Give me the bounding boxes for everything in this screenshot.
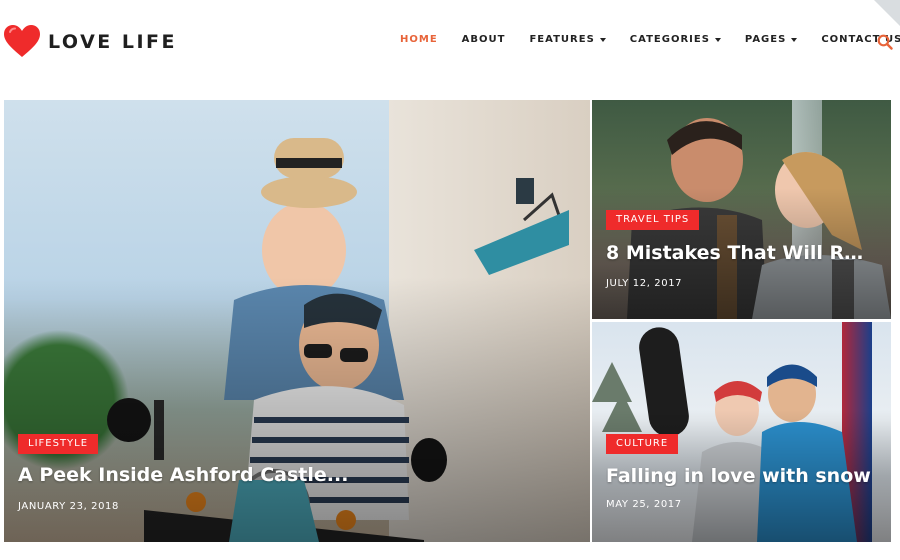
nav-item-home[interactable]: HOME [400,34,438,45]
site-header: LOVE LIFE HOME ABOUT FEATURES CATEGORIES… [0,0,900,84]
category-badge[interactable]: CULTURE [606,434,679,454]
heart-icon [4,25,40,57]
nav-item-label: CATEGORIES [629,34,710,45]
nav-item-label: HOME [400,34,438,45]
post-title[interactable]: Falling in love with snow [606,465,876,487]
nav-item-features[interactable]: FEATURES [529,34,606,45]
post-date: JULY 12, 2017 [606,278,683,289]
chevron-down-icon [599,37,606,42]
category-badge[interactable]: LIFESTYLE [18,434,99,454]
nav-item-categories[interactable]: CATEGORIES [630,34,721,45]
chevron-down-icon [791,37,798,42]
main-nav: HOME ABOUT FEATURES CATEGORIES PAGES CON… [400,34,900,45]
featured-post-card[interactable]: TRAVEL TIPS 8 Mistakes That Will RUIN...… [592,100,891,319]
nav-item-pages[interactable]: PAGES [744,34,798,45]
nav-item-label: PAGES [744,34,787,45]
featured-post-card[interactable]: CULTURE Falling in love with snow MAY 25… [592,322,891,542]
site-logo[interactable]: LOVE LIFE [4,24,177,60]
nav-item-label: FEATURES [529,34,595,45]
category-badge[interactable]: TRAVEL TIPS [606,210,700,230]
post-date: JANUARY 23, 2018 [18,501,119,512]
featured-post-card[interactable]: LIFESTYLE A Peek Inside Ashford Castle..… [4,100,590,542]
site-title: LOVE LIFE [48,31,178,53]
nav-item-label: ABOUT [461,34,506,45]
post-date: MAY 25, 2017 [606,499,682,510]
chevron-down-icon [714,37,721,42]
search-icon[interactable] [877,34,893,50]
post-title[interactable]: 8 Mistakes That Will RUIN... [606,242,876,264]
post-title[interactable]: A Peek Inside Ashford Castle... [18,464,538,486]
nav-item-about[interactable]: ABOUT [462,34,506,45]
